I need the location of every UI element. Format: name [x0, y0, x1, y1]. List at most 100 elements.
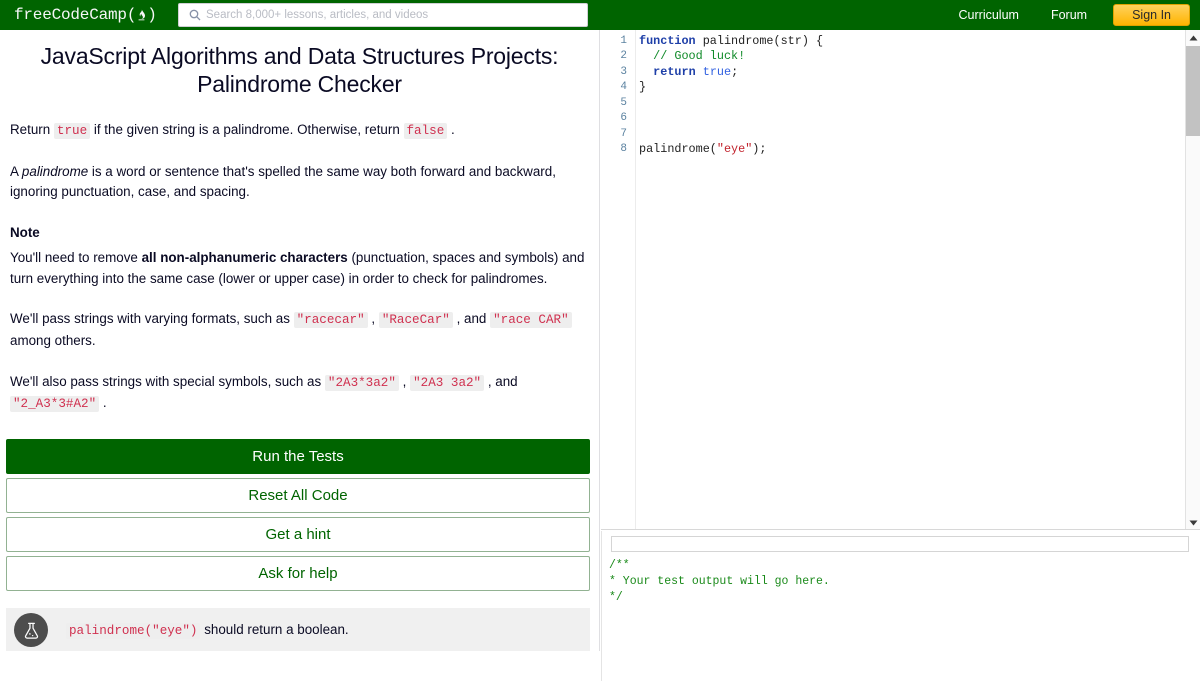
code-line[interactable]: 1 function palindrome(str) { [601, 33, 1161, 49]
code-line-content[interactable]: function palindrome(str) { [629, 34, 823, 48]
editor-panel: 1 function palindrome(str) {2 // Good luc… [601, 30, 1200, 681]
p4-text-c: , and [452, 311, 491, 327]
nav-links: Curriculum Forum Sign In [943, 0, 1190, 30]
note-heading: Note [10, 223, 589, 244]
logo-paren-close: ) [147, 6, 157, 24]
p5-text-d: . [99, 395, 107, 411]
test-results-list: palindrome("eye") should return a boolea… [6, 608, 590, 651]
search-box[interactable]: Search 8,000+ lessons, articles, and vid… [178, 3, 588, 27]
description-paragraph-1: Return true if the given string is a pal… [10, 120, 589, 142]
line-number: 2 [620, 50, 627, 63]
sign-in-button[interactable]: Sign In [1113, 4, 1190, 26]
code-line[interactable]: 3 return true; [601, 64, 1161, 80]
p5-text-b: , [398, 373, 411, 389]
line-number: 4 [620, 81, 627, 94]
code-line-content[interactable]: // Good luck! [629, 49, 745, 63]
flame-icon [136, 8, 147, 25]
code-token: palindrome(str) { [695, 33, 824, 48]
site-logo[interactable]: freeCodeCamp( ) [14, 6, 157, 24]
p1-text-b: if the given string is a palindrome. Oth… [90, 122, 404, 138]
code-token: } [639, 80, 647, 95]
code-token: ; [731, 64, 739, 79]
description-note-body: You'll need to remove all non-alphanumer… [10, 248, 589, 290]
code-token: return [653, 64, 696, 79]
console-left-border [601, 531, 602, 681]
run-tests-button[interactable]: Run the Tests [6, 439, 590, 474]
note-bold-phrase: all non-alphanumeric characters [141, 249, 348, 265]
test-result-code: palindrome("eye") [66, 623, 201, 639]
code-token: palindrome( [639, 142, 717, 157]
editor-scrollbar[interactable] [1185, 30, 1200, 529]
code-line[interactable]: 5 [601, 95, 1161, 111]
get-a-hint-button[interactable]: Get a hint [6, 517, 590, 552]
flask-icon [14, 613, 48, 647]
line-number: 8 [620, 143, 627, 156]
nav-link-curriculum[interactable]: Curriculum [943, 8, 1035, 22]
note-text-a: You'll need to remove [10, 249, 142, 265]
p4-text-a: We'll pass strings with varying formats,… [10, 311, 294, 327]
inline-code-symbols-2: "2A3 3a2" [410, 374, 485, 391]
test-result-item[interactable]: palindrome("eye") should return a boolea… [6, 608, 590, 651]
scrollbar-thumb[interactable] [1186, 46, 1200, 136]
code-line[interactable]: 2 // Good luck! [601, 49, 1161, 65]
p2-text-b: is a word or sentence that's spelled the… [10, 163, 556, 200]
line-number: 7 [620, 127, 627, 140]
description-paragraph-4: We'll pass strings with varying formats,… [10, 309, 589, 351]
inline-code-true: true [53, 123, 91, 140]
code-editor[interactable]: 1 function palindrome(str) {2 // Good luc… [601, 30, 1200, 530]
scroll-up-arrow[interactable] [1186, 30, 1200, 45]
inline-code-racecar-mixed: "RaceCar" [378, 312, 453, 329]
code-line[interactable]: 4} [601, 80, 1161, 96]
description-paragraph-5: We'll also pass strings with special sym… [10, 372, 589, 415]
top-navbar: freeCodeCamp( ) Search 8,000+ lessons, a… [0, 0, 1200, 30]
code-line-content[interactable]: return true; [629, 65, 738, 79]
page-title-line2: Palindrome Checker [197, 71, 402, 98]
code-token: ); [752, 142, 767, 157]
p1-text-a: Return [10, 122, 54, 138]
challenge-description: Return true if the given string is a pal… [10, 120, 589, 455]
scroll-down-arrow[interactable] [1186, 515, 1200, 529]
inline-code-race-car-caps: "race CAR" [490, 312, 572, 329]
logo-text: freeCodeCamp( [14, 6, 137, 24]
p4-text-b: , [367, 311, 379, 327]
p5-text-c: , and [484, 373, 518, 389]
ask-for-help-button[interactable]: Ask for help [6, 556, 590, 591]
inline-code-racecar: "racecar" [293, 312, 368, 329]
code-line[interactable]: 6 [601, 111, 1161, 127]
search-icon [185, 9, 205, 21]
action-button-group: Run the Tests Reset All Code Get a hint … [6, 439, 590, 595]
code-line[interactable]: 8 palindrome("eye"); [601, 142, 1161, 158]
nav-link-forum[interactable]: Forum [1035, 8, 1103, 22]
line-number: 5 [620, 96, 627, 109]
inline-code-false: false [403, 123, 448, 140]
inline-code-symbols-1: "2A3*3a2" [324, 374, 399, 391]
code-line-content[interactable]: } [629, 80, 646, 94]
console-output: /** * Your test output will go here. */ [609, 559, 830, 604]
line-number: 3 [620, 65, 627, 78]
line-number: 6 [620, 112, 627, 125]
search-input-placeholder[interactable]: Search 8,000+ lessons, articles, and vid… [206, 9, 428, 21]
reset-all-code-button[interactable]: Reset All Code [6, 478, 590, 513]
console-input[interactable] [611, 536, 1189, 552]
code-token: true [702, 64, 732, 79]
note-heading-label: Note [10, 225, 40, 241]
console-panel: /** * Your test output will go here. */ [601, 531, 1200, 681]
code-line-content[interactable]: palindrome("eye"); [629, 142, 766, 156]
page-title-line1: JavaScript Algorithms and Data Structure… [40, 43, 559, 69]
line-number: 1 [620, 34, 627, 47]
code-lines[interactable]: 1 function palindrome(str) {2 // Good luc… [601, 33, 1161, 157]
challenge-panel: JavaScript Algorithms and Data Structure… [0, 30, 600, 651]
page-title: JavaScript Algorithms and Data Structure… [8, 42, 591, 98]
p1-text-c: . [447, 122, 455, 138]
code-token: "eye" [716, 142, 753, 157]
inline-code-symbols-3: "2_A3*3#A2" [10, 396, 100, 413]
p4-text-d: among others. [10, 332, 96, 348]
test-result-message: should return a boolean. [200, 622, 349, 637]
test-result-text: palindrome("eye") should return a boolea… [66, 622, 349, 639]
code-token: // Good luck! [639, 49, 746, 64]
description-paragraph-2: A palindrome is a word or sentence that'… [10, 162, 589, 204]
p2-text-a: A [10, 163, 22, 179]
code-line[interactable]: 7 [601, 126, 1161, 142]
